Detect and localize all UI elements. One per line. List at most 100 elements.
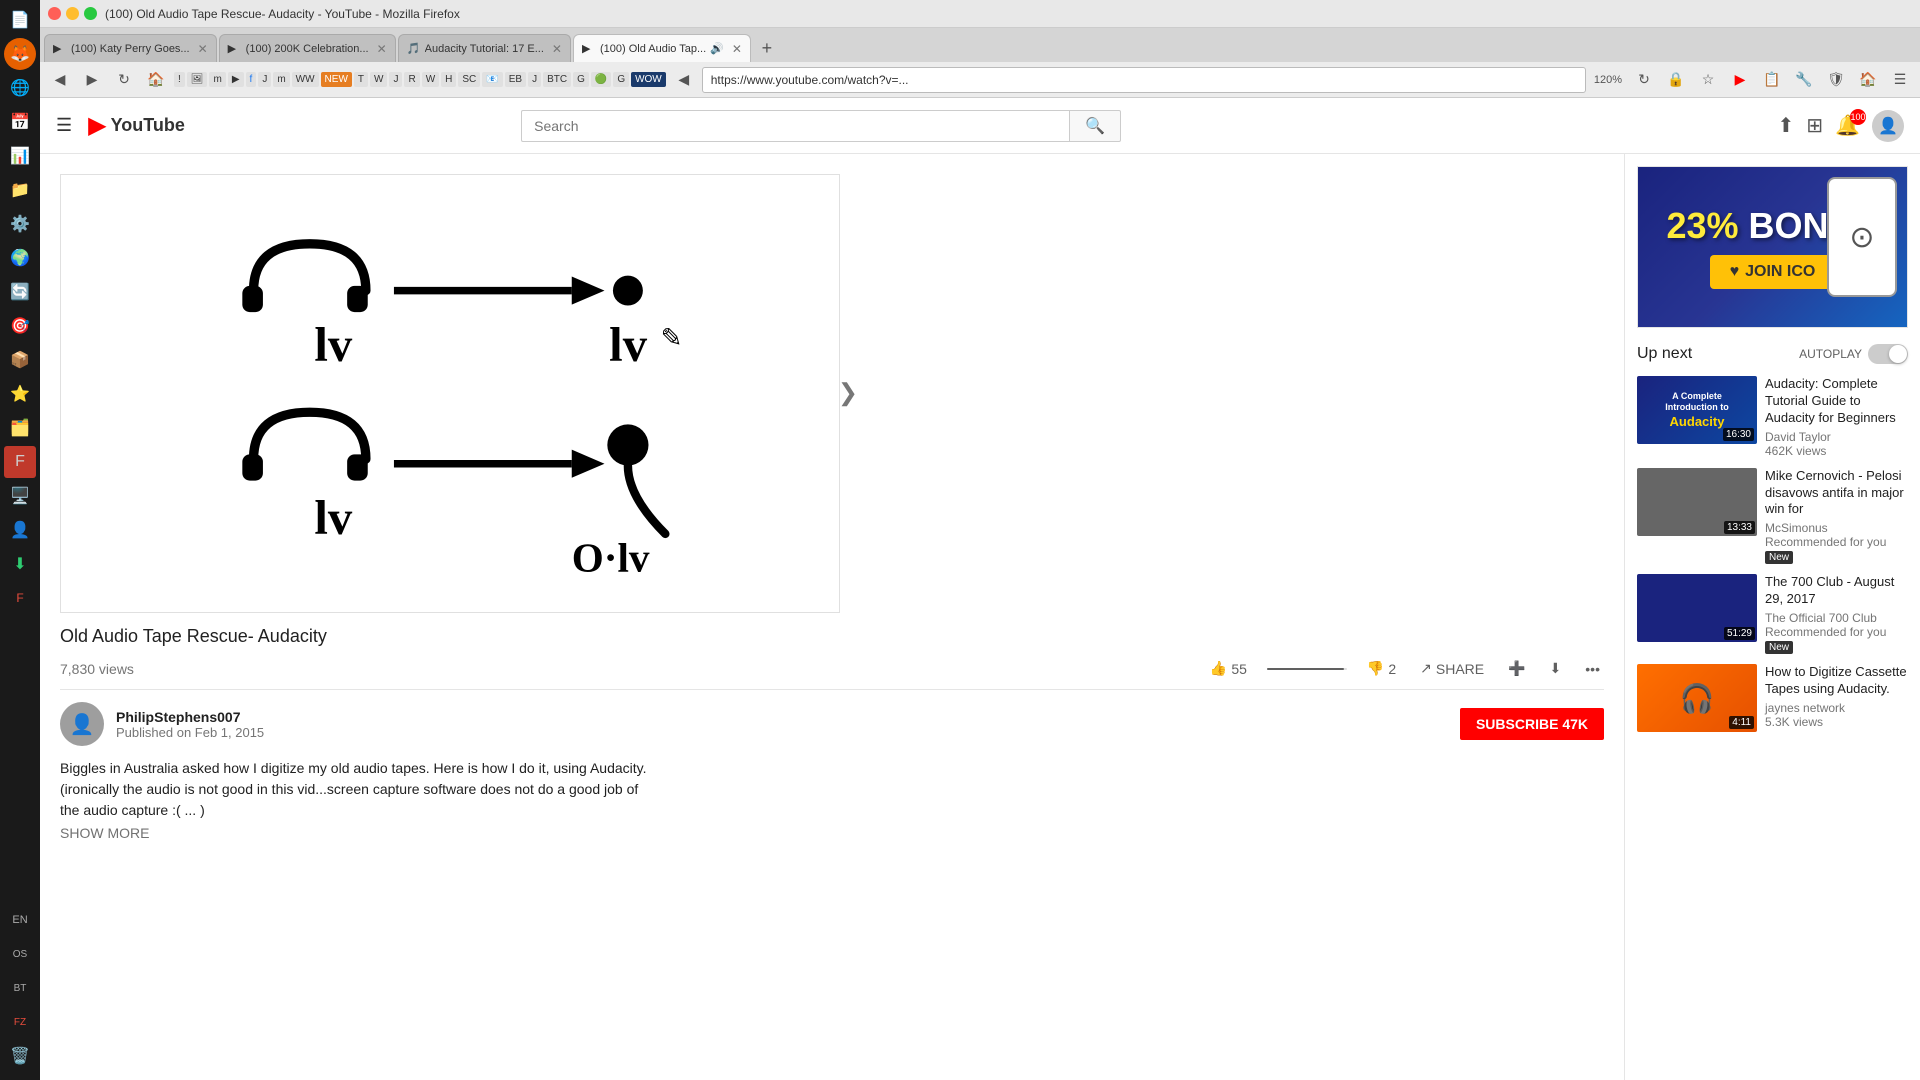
- extend2[interactable]: 🛡: [1822, 66, 1850, 94]
- bm-w[interactable]: W: [370, 72, 387, 87]
- back-button[interactable]: ◀: [46, 66, 74, 94]
- rec-card-pelosi[interactable]: 13:33 Mike Cernovich - Pelosi disavows a…: [1637, 468, 1908, 565]
- os-icon-star[interactable]: ⭐: [4, 378, 36, 410]
- channel-avatar[interactable]: 👤: [60, 702, 104, 746]
- minimize-window-button[interactable]: [66, 7, 79, 20]
- os-icon-apps[interactable]: 📦: [4, 344, 36, 376]
- back-arrow[interactable]: ◀: [670, 66, 698, 94]
- rec-card-700club[interactable]: 51:29 The 700 Club - August 29, 2017 The…: [1637, 574, 1908, 654]
- bm-excl[interactable]: !: [174, 72, 185, 87]
- share-button[interactable]: ↗ SHARE: [1416, 656, 1488, 681]
- os-icon-person[interactable]: 👤: [4, 514, 36, 546]
- video-frame[interactable]: lv lv ✎: [60, 174, 840, 613]
- bm-wow[interactable]: WOW: [631, 72, 666, 87]
- like-button[interactable]: 👍 55: [1206, 656, 1251, 681]
- tab-2-close[interactable]: ✕: [377, 42, 387, 56]
- rec-card-audacity[interactable]: A Complete Introduction to Audacity 16:3…: [1637, 376, 1908, 458]
- tab-1[interactable]: ▶ (100) Katy Perry Goes... ✕: [44, 34, 217, 62]
- maximize-window-button[interactable]: [84, 7, 97, 20]
- bm-g[interactable]: G: [573, 72, 589, 87]
- search-button[interactable]: 🔍: [1069, 110, 1121, 142]
- os-icon-target[interactable]: 🎯: [4, 310, 36, 342]
- address-bar[interactable]: [702, 67, 1586, 93]
- bm-h[interactable]: H: [441, 72, 456, 87]
- bm-btc[interactable]: BTC: [543, 72, 571, 87]
- bm-new[interactable]: NEW: [321, 72, 352, 87]
- hamburger-menu[interactable]: ☰: [56, 115, 72, 136]
- ad-image[interactable]: 23% BONUS ♥ JOIN ICO ⊙: [1638, 167, 1907, 327]
- os-icon-doc[interactable]: 📄: [4, 4, 36, 36]
- scroll-arrow[interactable]: ❯: [838, 379, 858, 408]
- bm-g3[interactable]: G: [613, 72, 629, 87]
- bm-eb[interactable]: EB: [505, 72, 526, 87]
- os-icon-filezilla[interactable]: FZ: [4, 1006, 36, 1038]
- os-icon-refresh[interactable]: 🔄: [4, 276, 36, 308]
- search-input[interactable]: [521, 110, 1069, 142]
- bm-mail[interactable]: 📧: [482, 72, 502, 87]
- extend1[interactable]: 🔧: [1790, 66, 1818, 94]
- bm-sc[interactable]: SC: [458, 72, 480, 87]
- bm-r[interactable]: R: [404, 72, 419, 87]
- yt-shortcut[interactable]: ▶: [1726, 66, 1754, 94]
- bm-gt[interactable]: ▶: [228, 72, 244, 87]
- os-icon-monitor[interactable]: 🖥️: [4, 480, 36, 512]
- channel-name[interactable]: PhilipStephens007: [116, 709, 1448, 725]
- forward-button[interactable]: ▶: [78, 66, 106, 94]
- os-icon-bt[interactable]: BT: [4, 972, 36, 1004]
- os-icon-red[interactable]: F: [4, 446, 36, 478]
- os-icon-web[interactable]: 🌐: [4, 72, 36, 104]
- bm-t[interactable]: T: [354, 72, 368, 87]
- tab-4-close[interactable]: ✕: [732, 42, 742, 56]
- close-window-button[interactable]: [48, 7, 61, 20]
- os-icon-folder[interactable]: 📁: [4, 174, 36, 206]
- os-icon-trash[interactable]: 🗑️: [4, 1040, 36, 1072]
- home2[interactable]: 🏠: [1854, 66, 1882, 94]
- os-icon-openshot[interactable]: OS: [4, 938, 36, 970]
- tab-4[interactable]: ▶ (100) Old Audio Tap... 🔊 ✕: [573, 34, 751, 62]
- tab-3[interactable]: 🎵 Audacity Tutorial: 17 E... ✕: [398, 34, 571, 62]
- os-icon-en[interactable]: EN: [4, 904, 36, 936]
- os-icon-calendar[interactable]: 📅: [4, 106, 36, 138]
- tab-4-mute-icon[interactable]: 🔊: [710, 42, 724, 55]
- home-button[interactable]: 🏠: [142, 66, 170, 94]
- menu-button[interactable]: ☰: [1886, 66, 1914, 94]
- dislike-button[interactable]: 👎 2: [1363, 656, 1400, 681]
- bm-img[interactable]: 🖼: [187, 72, 208, 87]
- os-icon-green[interactable]: ⬇: [4, 548, 36, 580]
- bm-ww[interactable]: WW: [292, 72, 319, 87]
- ad-join-button[interactable]: ♥ JOIN ICO: [1710, 255, 1836, 289]
- more-button[interactable]: •••: [1581, 657, 1604, 681]
- upload-icon[interactable]: ⬆: [1778, 113, 1795, 138]
- bookmark-star[interactable]: ☆: [1694, 66, 1722, 94]
- bm-g2[interactable]: 🟢: [591, 72, 611, 87]
- rec-card-cassette[interactable]: 🎧 4:11 How to Digitize Cassette Tapes us…: [1637, 664, 1908, 732]
- bm-m2[interactable]: m: [273, 72, 289, 87]
- os-icon-firefox[interactable]: 🦊: [4, 38, 36, 70]
- add-to-button[interactable]: ➕: [1504, 656, 1529, 681]
- bm-j3[interactable]: J: [528, 72, 541, 87]
- subscribe-button[interactable]: SUBSCRIBE 47K: [1460, 708, 1604, 740]
- apps-icon[interactable]: ⊞: [1806, 113, 1823, 138]
- refresh-button[interactable]: ↻: [1630, 66, 1658, 94]
- bm-j[interactable]: J: [258, 72, 271, 87]
- tab-3-close[interactable]: ✕: [552, 42, 562, 56]
- ssl-icon[interactable]: 🔒: [1662, 66, 1690, 94]
- notifications-icon[interactable]: 🔔 100: [1835, 113, 1860, 138]
- autoplay-toggle[interactable]: [1868, 344, 1908, 364]
- os-icon-red2[interactable]: F: [4, 582, 36, 614]
- tab-2[interactable]: ▶ (100) 200K Celebration... ✕: [219, 34, 396, 62]
- os-icon-charts[interactable]: 📊: [4, 140, 36, 172]
- yt-logo[interactable]: ▶ YouTube: [88, 111, 185, 140]
- download-button[interactable]: ⬇: [1546, 656, 1566, 681]
- bm-m[interactable]: m: [209, 72, 225, 87]
- os-icon-globe2[interactable]: 🌍: [4, 242, 36, 274]
- user-avatar[interactable]: 👤: [1872, 110, 1904, 142]
- bm-j2[interactable]: J: [389, 72, 402, 87]
- new-tab-button[interactable]: +: [753, 34, 781, 62]
- bm-fb[interactable]: f: [246, 72, 257, 87]
- bm-w2[interactable]: W: [422, 72, 439, 87]
- os-icon-files[interactable]: 🗂️: [4, 412, 36, 444]
- tab-1-close[interactable]: ✕: [198, 42, 208, 56]
- reload-button[interactable]: ↻: [110, 66, 138, 94]
- show-more-button[interactable]: SHOW MORE: [60, 825, 1604, 841]
